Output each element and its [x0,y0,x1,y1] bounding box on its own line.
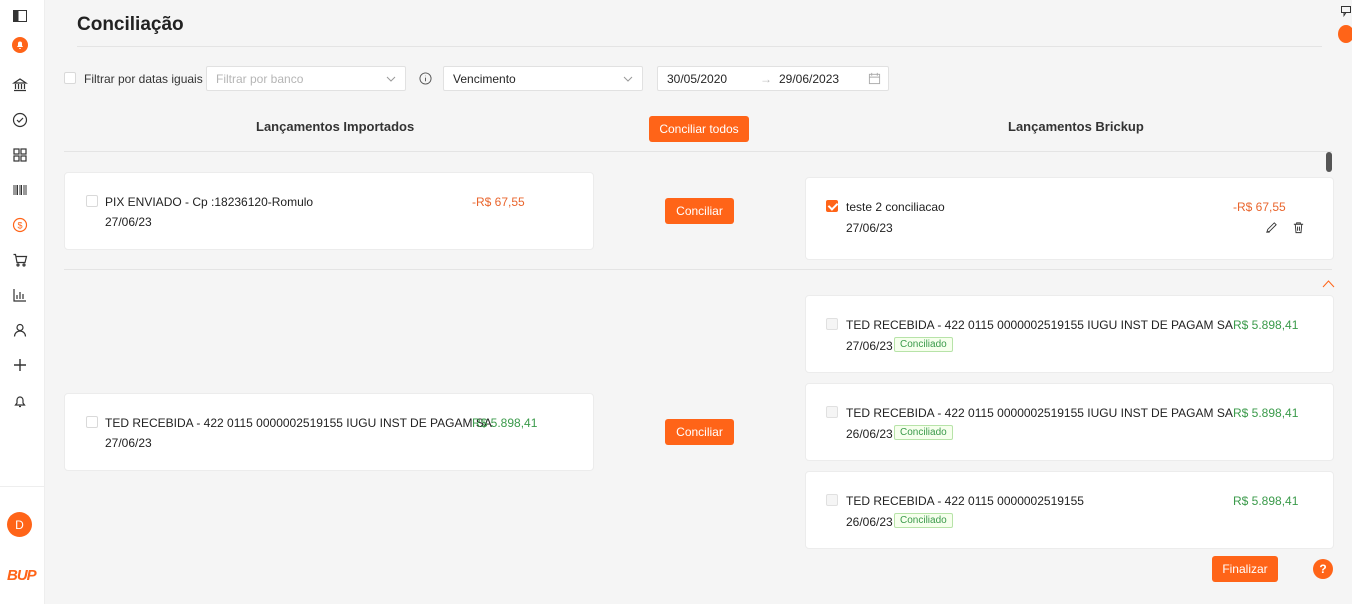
chevron-down-icon [386,76,396,82]
imported-entry-date: 27/06/23 [105,436,152,450]
bell-icon[interactable] [9,390,31,412]
same-dates-label: Filtrar por datas iguais [84,72,203,86]
date-type-select[interactable]: Vencimento [443,66,643,91]
panel-toggle-icon[interactable] [9,5,31,27]
brickup-entry-description: TED RECEBIDA - 422 0115 0000002519155 IU… [846,406,1233,420]
bank-filter-select[interactable]: Filtrar por banco [206,66,406,91]
conciliate-all-button[interactable]: Conciliar todos [649,116,749,142]
brand-logo: BUP [7,567,37,584]
cart-icon[interactable] [9,249,31,271]
brickup-entry-amount: R$ 5.898,41 [1233,318,1299,332]
brickup-entry-amount: -R$ 67,55 [1233,200,1286,214]
trash-icon[interactable] [1292,221,1305,234]
help-icon[interactable]: ? [1313,559,1333,579]
group-divider [64,269,1332,270]
date-end[interactable]: 29/06/2023 [779,72,839,86]
bank-icon[interactable] [9,74,31,96]
brickup-entry-card[interactable]: TED RECEBIDA - 422 0115 0000002519155 IU… [805,383,1334,461]
brickup-entry-description: TED RECEBIDA - 422 0115 0000002519155 IU… [846,318,1233,332]
edit-icon[interactable] [1265,221,1278,234]
brickup-entry-date: 27/06/23 [846,339,893,353]
status-badge: Conciliado [894,425,953,440]
brickup-entry-date: 27/06/23 [846,221,893,235]
brickup-entry-card[interactable]: teste 2 conciliacao 27/06/23 -R$ 67,55 [805,177,1334,260]
imported-column-title: Lançamentos Importados [256,119,415,134]
sidebar-divider [0,486,45,487]
imported-entry-description: TED RECEBIDA - 422 0115 0000002519155 IU… [105,416,492,430]
user-icon[interactable] [9,319,31,341]
info-icon[interactable] [419,72,432,85]
imported-entry-checkbox[interactable] [86,195,98,207]
imported-entry-description: PIX ENVIADO - Cp :18236120-Romulo [105,195,314,209]
date-type-value: Vencimento [453,71,516,86]
status-badge: Conciliado [894,513,953,528]
grid-icon[interactable] [9,144,31,166]
brickup-entry-description: teste 2 conciliacao [846,200,945,214]
dollar-circle-icon[interactable]: $ [9,214,31,236]
conciliate-button[interactable]: Conciliar [665,419,734,445]
imported-entry-amount: -R$ 67,55 [472,195,525,209]
calendar-icon [868,72,881,85]
imported-entry-amount: R$ 5.898,41 [472,416,538,430]
imported-entry-card[interactable]: TED RECEBIDA - 422 0115 0000002519155 IU… [64,393,594,471]
bar-chart-icon[interactable] [9,284,31,306]
sidebar: $ D BUP [0,0,45,604]
brickup-entry-card[interactable]: TED RECEBIDA - 422 0115 0000002519155 IU… [805,295,1334,373]
brickup-entry-date: 26/06/23 [846,427,893,441]
brickup-entry-checkbox[interactable] [826,406,838,418]
date-range-arrow: → [760,72,772,86]
imported-entry-checkbox[interactable] [86,416,98,428]
brickup-entry-card[interactable]: TED RECEBIDA - 422 0115 0000002519155 26… [805,471,1334,549]
brickup-entry-checkbox[interactable] [826,200,838,212]
header-divider [64,151,1332,152]
scrollbar-thumb[interactable] [1326,152,1332,172]
comment-icon[interactable] [1340,5,1352,17]
barcode-icon[interactable] [9,179,31,201]
title-divider [77,46,1322,47]
brickup-entry-checkbox[interactable] [826,318,838,330]
avatar[interactable]: D [7,512,32,537]
brickup-entry-amount: R$ 5.898,41 [1233,494,1299,508]
same-dates-checkbox[interactable] [64,72,76,84]
brickup-entry-checkbox[interactable] [826,494,838,506]
finish-button[interactable]: Finalizar [1212,556,1278,582]
brickup-entry-amount: R$ 5.898,41 [1233,406,1299,420]
plus-icon[interactable] [9,354,31,376]
status-badge: Conciliado [894,337,953,352]
svg-text:$: $ [17,221,22,231]
date-start[interactable]: 30/05/2020 [667,72,727,86]
date-range-picker[interactable]: 30/05/2020 → 29/06/2023 [657,66,889,91]
imported-entry-date: 27/06/23 [105,215,152,229]
chevron-up-icon[interactable] [1322,279,1335,289]
brickup-entry-date: 26/06/23 [846,515,893,529]
bank-filter-placeholder: Filtrar por banco [216,71,304,86]
brand-bell-icon[interactable] [9,34,31,56]
brickup-column-title: Lançamentos Brickup [1008,119,1144,134]
page-title: Conciliação [77,14,184,35]
conciliate-button[interactable]: Conciliar [665,198,734,224]
brickup-entry-description: TED RECEBIDA - 422 0115 0000002519155 [846,494,1084,508]
chevron-down-icon [623,76,633,82]
like-icon[interactable] [1338,25,1352,43]
imported-entry-card[interactable]: PIX ENVIADO - Cp :18236120-Romulo 27/06/… [64,172,594,250]
check-circle-icon[interactable] [9,109,31,131]
